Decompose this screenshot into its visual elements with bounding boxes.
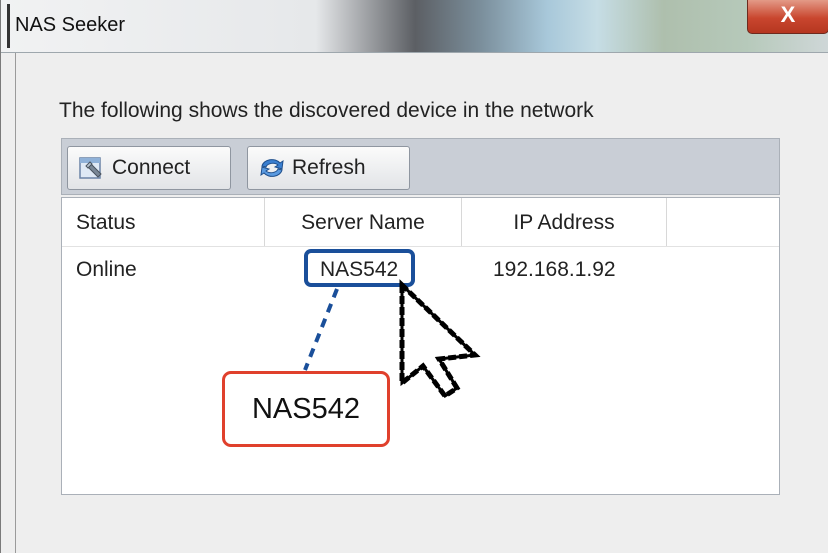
close-button[interactable]: X <box>747 0 828 34</box>
window-frame-edge <box>7 4 10 48</box>
cell-ip-address: 192.168.1.92 <box>493 258 616 281</box>
refresh-icon <box>260 159 284 177</box>
server-name-callout: NAS542 <box>222 371 390 447</box>
nas-seeker-window: NAS Seeker X The following shows the dis… <box>0 0 828 553</box>
connect-button[interactable]: Connect <box>67 146 231 190</box>
title-bar[interactable]: NAS Seeker X <box>1 0 828 53</box>
column-header-status[interactable]: Status <box>62 198 265 246</box>
connect-icon <box>79 157 102 179</box>
info-text: The following shows the discovered devic… <box>59 99 594 122</box>
toolbar: Connect Refresh <box>61 138 780 195</box>
server-name-highlight <box>304 249 415 287</box>
window-title: NAS Seeker <box>15 14 126 36</box>
connect-label: Connect <box>112 156 191 179</box>
column-header-server-name[interactable]: Server Name <box>265 198 462 246</box>
device-table: Status Server Name IP Address Online NAS… <box>61 197 780 495</box>
column-header-ip-address[interactable]: IP Address <box>462 198 667 246</box>
table-header: Status Server Name IP Address <box>62 198 779 247</box>
refresh-label: Refresh <box>292 156 366 179</box>
cell-status: Online <box>76 258 137 281</box>
refresh-button[interactable]: Refresh <box>247 146 410 190</box>
